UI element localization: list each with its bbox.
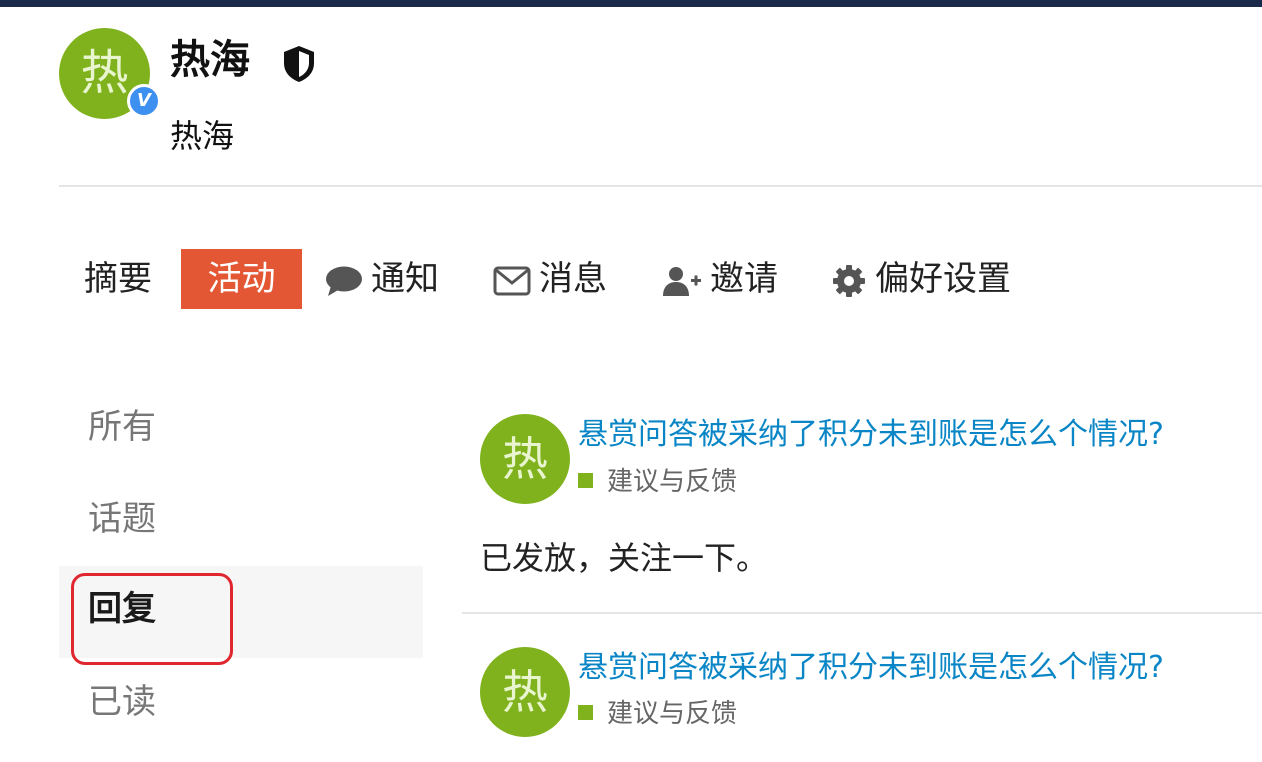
filter-read[interactable]: 已读 <box>88 677 156 727</box>
envelope-icon <box>493 266 531 295</box>
category-color-square <box>578 705 593 720</box>
tab-preferences[interactable]: 偏好设置 <box>831 249 1011 309</box>
tab-summary[interactable]: 摘要 <box>84 249 152 309</box>
post-avatar[interactable]: 热 <box>480 414 570 504</box>
post-avatar[interactable]: 热 <box>480 647 570 737</box>
post-title-link[interactable]: 悬赏问答被采纳了积分未到账是怎么个情况? <box>578 647 1164 689</box>
category-badge[interactable]: 建议与反馈 <box>578 696 737 732</box>
gear-icon <box>833 264 865 297</box>
tab-notifications-label: 通知 <box>371 259 439 299</box>
user-plus-icon <box>663 266 701 296</box>
tab-preferences-label: 偏好设置 <box>875 259 1011 299</box>
tab-invite[interactable]: 邀请 <box>662 249 778 309</box>
comment-icon <box>326 266 362 296</box>
category-color-square <box>578 473 593 488</box>
top-bar <box>0 0 1262 7</box>
category-badge[interactable]: 建议与反馈 <box>578 464 737 500</box>
post-title-link[interactable]: 悬赏问答被采纳了积分未到账是怎么个情况? <box>578 414 1164 456</box>
tab-summary-label: 摘要 <box>84 259 152 299</box>
verified-badge-icon: V <box>127 84 161 118</box>
post-excerpt[interactable]: 已发放，关注一下。 <box>480 536 768 580</box>
item-divider <box>462 612 1262 614</box>
profile-username: 热海 <box>170 117 235 155</box>
tab-notifications[interactable]: 通知 <box>325 249 439 309</box>
tab-invite-label: 邀请 <box>710 259 778 299</box>
tab-messages[interactable]: 消息 <box>493 249 607 309</box>
filter-topics[interactable]: 话题 <box>88 494 156 544</box>
filter-all[interactable]: 所有 <box>88 402 156 452</box>
profile-name: 热海 <box>170 37 250 83</box>
header-divider <box>59 185 1262 187</box>
shield-icon <box>284 46 314 82</box>
category-label: 建议与反馈 <box>607 699 738 729</box>
tab-activity[interactable]: 活动 <box>181 249 302 309</box>
category-label: 建议与反馈 <box>607 467 738 497</box>
tab-activity-label: 活动 <box>207 259 276 299</box>
tab-messages-label: 消息 <box>539 259 607 299</box>
highlight-box <box>71 573 233 665</box>
